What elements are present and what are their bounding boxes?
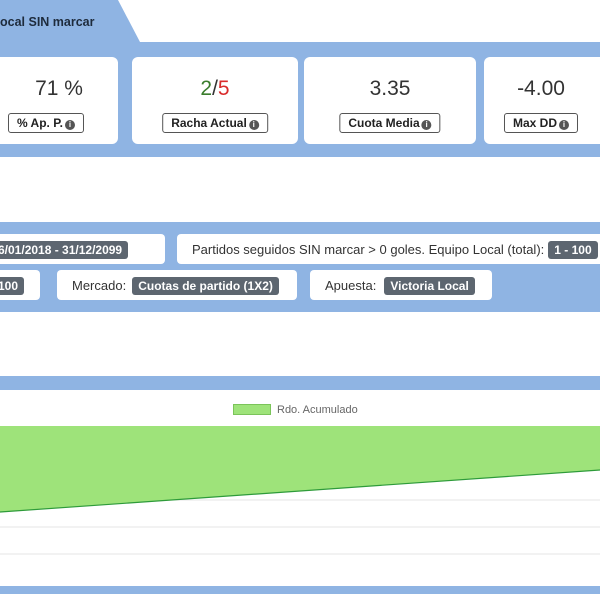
legend-swatch xyxy=(233,404,271,415)
racha-current: 2 xyxy=(200,77,213,100)
legend-label: Rdo. Acumulado xyxy=(277,404,358,416)
stat-value-racha: 2/5 xyxy=(132,77,298,101)
date-range-filter[interactable]: 6/01/2018 - 31/12/2099 xyxy=(0,234,165,264)
cut-filter[interactable]: 100 xyxy=(0,270,40,300)
chart-panel-header xyxy=(0,376,600,390)
bet-label: Apuesta: xyxy=(325,278,377,293)
condition-label: Partidos seguidos SIN marcar > 0 goles. … xyxy=(192,242,545,257)
stat-card-maxdd: -4.00 Max DD i xyxy=(484,57,600,144)
condition-filter[interactable]: Partidos seguidos SIN marcar > 0 goles. … xyxy=(177,234,600,264)
chart-legend[interactable]: Rdo. Acumulado xyxy=(233,404,358,416)
info-icon[interactable]: i xyxy=(65,120,76,130)
stat-card-ap: 71 % % Ap. P. i xyxy=(0,57,118,144)
stat-label-maxdd-text: Max DD xyxy=(512,116,558,130)
stat-label-racha[interactable]: Racha Actual i xyxy=(162,113,268,133)
info-icon[interactable]: i xyxy=(559,120,570,130)
section-title: ocal SIN marcar xyxy=(0,15,95,29)
stat-label-cuota-text: Cuota Media xyxy=(348,116,420,130)
info-icon[interactable]: i xyxy=(421,120,432,130)
date-range-value: 6/01/2018 - 31/12/2099 xyxy=(0,241,129,259)
stat-label-maxdd[interactable]: Max DD i xyxy=(503,113,579,133)
market-value: Cuotas de partido (1X2) xyxy=(132,277,279,295)
area-fill xyxy=(0,426,600,512)
stat-value-ap: 71 % xyxy=(35,77,83,100)
stat-label-ap[interactable]: % Ap. P. i xyxy=(7,113,85,133)
chart-panel-footer xyxy=(0,586,600,594)
chart-svg xyxy=(0,426,600,555)
stat-label-ap-text: % Ap. P. xyxy=(16,116,64,130)
stat-label-racha-text: Racha Actual xyxy=(171,116,247,130)
stat-label-cuota[interactable]: Cuota Media i xyxy=(339,113,441,133)
cut-value: 100 xyxy=(0,277,25,295)
bet-filter[interactable]: Apuesta: Victoria Local xyxy=(310,270,492,300)
market-label: Mercado: xyxy=(72,278,127,293)
bet-value: Victoria Local xyxy=(384,277,475,295)
info-icon[interactable]: i xyxy=(248,120,259,130)
racha-max: 5 xyxy=(217,77,230,100)
stat-card-racha: 2/5 Racha Actual i xyxy=(132,57,298,144)
market-filter[interactable]: Mercado: Cuotas de partido (1X2) xyxy=(57,270,297,300)
stat-value-cuota: 3.35 xyxy=(369,77,411,100)
stat-value-maxdd: -4.00 xyxy=(517,77,565,100)
chart-area xyxy=(0,390,600,586)
stat-card-cuota: 3.35 Cuota Media i xyxy=(304,57,476,144)
condition-value: 1 - 100 xyxy=(548,241,598,259)
